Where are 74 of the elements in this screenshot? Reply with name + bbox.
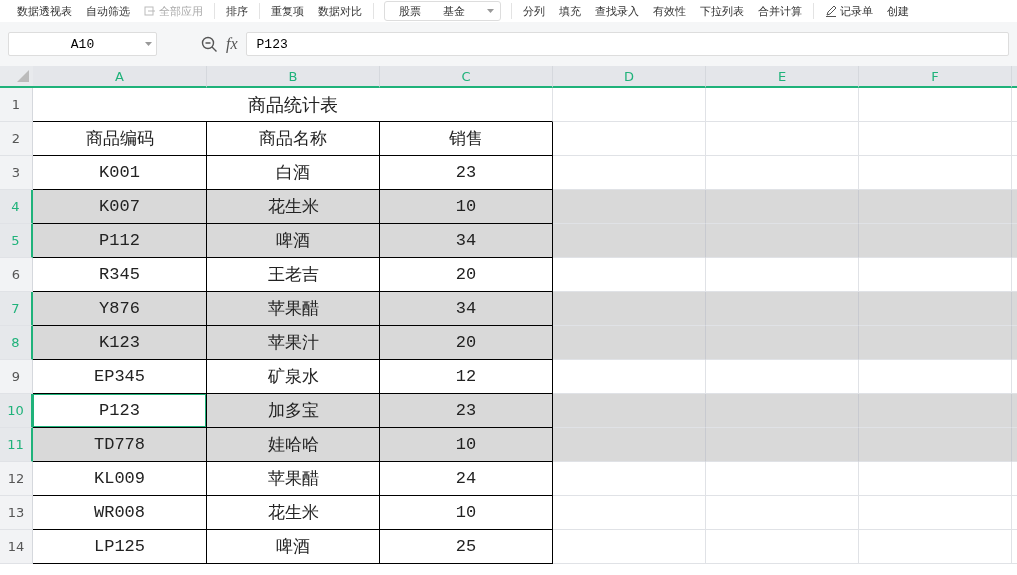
- toolbar-button[interactable]: 合并计算: [751, 3, 809, 19]
- table-cell: R345: [33, 258, 207, 292]
- dropdown-option[interactable]: 股票: [399, 3, 421, 19]
- toolbar-button[interactable]: 下拉列表: [693, 3, 751, 19]
- row-header[interactable]: 9: [0, 360, 33, 394]
- name-box[interactable]: A10: [8, 32, 157, 56]
- table-cell: 白酒: [207, 156, 380, 190]
- table-cell: 12: [380, 360, 553, 394]
- table-cell: 啤酒: [207, 530, 380, 564]
- table-cell: 10: [380, 190, 553, 224]
- table-cell: K001: [33, 156, 207, 190]
- row-header[interactable]: 1: [0, 88, 33, 122]
- toolbar-button[interactable]: 填充: [552, 3, 588, 19]
- apply-icon: [144, 5, 156, 17]
- table-cell: K123: [33, 326, 207, 360]
- toolbar-button[interactable]: 自动筛选: [79, 3, 137, 19]
- row-header[interactable]: 6: [0, 258, 33, 292]
- market-dropdown[interactable]: 股票 基金: [384, 1, 501, 21]
- row-header[interactable]: 13: [0, 496, 33, 530]
- table-cell: 花生米: [207, 190, 380, 224]
- table-cell: 矿泉水: [207, 360, 380, 394]
- table-cell: 娃哈哈: [207, 428, 380, 462]
- table-cell: P112: [33, 224, 207, 258]
- table-cell: 10: [380, 428, 553, 462]
- toolbar-button[interactable]: 数据透视表: [10, 3, 79, 19]
- table-cell: WR008: [33, 496, 207, 530]
- table-cell: 花生米: [207, 496, 380, 530]
- table-cell: 苹果醋: [207, 292, 380, 326]
- table-cell: 苹果汁: [207, 326, 380, 360]
- table-cell: 25: [380, 530, 553, 564]
- row-header[interactable]: 14: [0, 530, 33, 564]
- column-header[interactable]: [1012, 66, 1017, 88]
- row-header[interactable]: 2: [0, 122, 33, 156]
- table-cell: 苹果醋: [207, 462, 380, 496]
- toolbar-button[interactable]: 有效性: [646, 3, 693, 19]
- table-cell: 24: [380, 462, 553, 496]
- toolbar-button[interactable]: 分列: [516, 3, 552, 19]
- toolbar-button[interactable]: 数据对比: [311, 3, 369, 19]
- select-all-icon[interactable]: [17, 70, 29, 82]
- table-cell: 34: [380, 224, 553, 258]
- table-cell: 啤酒: [207, 224, 380, 258]
- toolbar-button[interactable]: 重复项: [264, 3, 311, 19]
- caret-icon: [487, 9, 494, 13]
- dropdown-option[interactable]: 基金: [443, 3, 465, 19]
- table-cell: 王老吉: [207, 258, 380, 292]
- table-cell: LP125: [33, 530, 207, 564]
- table-cell: 34: [380, 292, 553, 326]
- table-cell: Y876: [33, 292, 207, 326]
- table-cell: EP345: [33, 360, 207, 394]
- table-cell: TD778: [33, 428, 207, 462]
- toolbar-button[interactable]: 记录单: [818, 3, 880, 19]
- toolbar-button[interactable]: 排序: [219, 3, 255, 19]
- table-cell: 加多宝: [207, 394, 380, 428]
- table-title: 商品统计表: [33, 88, 553, 122]
- formula-field[interactable]: P123: [245, 32, 1009, 56]
- table-cell: 20: [380, 326, 553, 360]
- function-label[interactable]: fx: [226, 35, 238, 53]
- toolbar-button[interactable]: 查找录入: [588, 3, 646, 19]
- column-heading: 销售: [380, 122, 553, 156]
- caret-icon: [145, 42, 152, 46]
- table-cell: KL009: [33, 462, 207, 496]
- table-cell: 20: [380, 258, 553, 292]
- table-cell: 23: [380, 156, 553, 190]
- table-cell: 10: [380, 496, 553, 530]
- table-cell: 23: [380, 394, 553, 428]
- toolbar-button[interactable]: 创建: [880, 3, 916, 19]
- row-header[interactable]: 12: [0, 462, 33, 496]
- row-header[interactable]: 3: [0, 156, 33, 190]
- edit-icon: [825, 5, 837, 17]
- table-cell: K007: [33, 190, 207, 224]
- column-heading: 商品编码: [33, 122, 207, 156]
- table-cell: P123: [33, 394, 207, 428]
- column-heading: 商品名称: [207, 122, 380, 156]
- zoom-out-icon[interactable]: [201, 35, 218, 53]
